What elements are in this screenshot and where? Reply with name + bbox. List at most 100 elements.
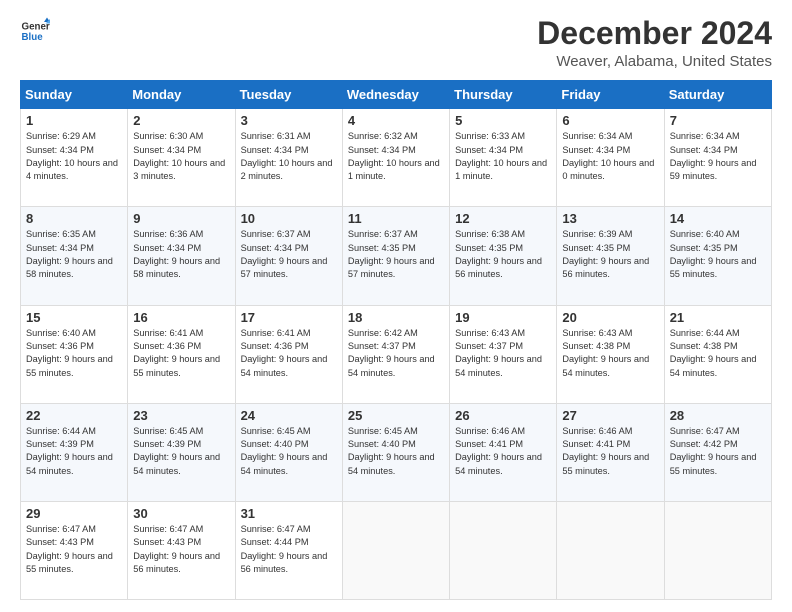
calendar-cell: 22 Sunrise: 6:44 AM Sunset: 4:39 PM Dayli… [21, 403, 128, 501]
day-number: 25 [348, 408, 445, 423]
calendar-cell: 1 Sunrise: 6:29 AM Sunset: 4:34 PM Daylig… [21, 109, 128, 207]
day-info: Sunrise: 6:32 AM Sunset: 4:34 PM Dayligh… [348, 130, 445, 183]
calendar-cell: 9Sunrise: 6:36 AM Sunset: 4:34 PM Daylig… [128, 207, 235, 305]
calendar-table: Sunday Monday Tuesday Wednesday Thursday… [20, 80, 772, 600]
calendar-cell: 27 Sunrise: 6:46 AM Sunset: 4:41 PM Dayli… [557, 403, 664, 501]
calendar-cell [342, 501, 449, 599]
day-info: Sunrise: 6:29 AM Sunset: 4:34 PM Dayligh… [26, 130, 123, 183]
calendar-cell: 24 Sunrise: 6:45 AM Sunset: 4:40 PM Dayli… [235, 403, 342, 501]
logo: General Blue [20, 16, 50, 46]
calendar-cell: 3 Sunrise: 6:31 AM Sunset: 4:34 PM Daylig… [235, 109, 342, 207]
calendar-cell: 25 Sunrise: 6:45 AM Sunset: 4:40 PM Dayli… [342, 403, 449, 501]
col-saturday: Saturday [664, 81, 771, 109]
calendar-cell: 5 Sunrise: 6:33 AM Sunset: 4:34 PM Daylig… [450, 109, 557, 207]
calendar-cell: 13Sunrise: 6:39 AM Sunset: 4:35 PM Dayli… [557, 207, 664, 305]
day-info: Sunrise: 6:44 AM Sunset: 4:38 PM Dayligh… [670, 327, 767, 380]
logo-icon: General Blue [20, 16, 50, 46]
calendar-cell: 11 Sunrise: 6:37 AM Sunset: 4:35 PM Dayli… [342, 207, 449, 305]
calendar-cell: 26 Sunrise: 6:46 AM Sunset: 4:41 PM Dayli… [450, 403, 557, 501]
day-info: Sunrise: 6:33 AM Sunset: 4:34 PM Dayligh… [455, 130, 552, 183]
day-number: 2 [133, 113, 230, 128]
calendar-cell: 2 Sunrise: 6:30 AM Sunset: 4:34 PM Daylig… [128, 109, 235, 207]
day-info: Sunrise: 6:37 AM Sunset: 4:34 PM Dayligh… [241, 228, 338, 281]
day-info: Sunrise: 6:31 AM Sunset: 4:34 PM Dayligh… [241, 130, 338, 183]
day-info: Sunrise: 6:43 AM Sunset: 4:37 PM Dayligh… [455, 327, 552, 380]
day-info: Sunrise: 6:36 AM Sunset: 4:34 PM Dayligh… [133, 228, 230, 281]
day-info: Sunrise: 6:40 AM Sunset: 4:35 PM Dayligh… [670, 228, 767, 281]
day-number: 26 [455, 408, 552, 423]
day-number: 1 [26, 113, 123, 128]
calendar-cell: 30 Sunrise: 6:47 AM Sunset: 4:43 PM Dayli… [128, 501, 235, 599]
day-number: 7 [670, 113, 767, 128]
calendar-cell: 17Sunrise: 6:41 AM Sunset: 4:36 PM Dayli… [235, 305, 342, 403]
day-info: Sunrise: 6:34 AM Sunset: 4:34 PM Dayligh… [670, 130, 767, 183]
col-wednesday: Wednesday [342, 81, 449, 109]
calendar-cell: 21 Sunrise: 6:44 AM Sunset: 4:38 PM Dayli… [664, 305, 771, 403]
day-info: Sunrise: 6:45 AM Sunset: 4:40 PM Dayligh… [241, 425, 338, 478]
day-info: Sunrise: 6:47 AM Sunset: 4:43 PM Dayligh… [133, 523, 230, 576]
day-number: 29 [26, 506, 123, 521]
day-info: Sunrise: 6:39 AM Sunset: 4:35 PM Dayligh… [562, 228, 659, 281]
day-info: Sunrise: 6:46 AM Sunset: 4:41 PM Dayligh… [455, 425, 552, 478]
day-info: Sunrise: 6:45 AM Sunset: 4:40 PM Dayligh… [348, 425, 445, 478]
day-number: 28 [670, 408, 767, 423]
day-number: 6 [562, 113, 659, 128]
day-number: 5 [455, 113, 552, 128]
calendar-cell: 6 Sunrise: 6:34 AM Sunset: 4:34 PM Daylig… [557, 109, 664, 207]
day-info: Sunrise: 6:47 AM Sunset: 4:44 PM Dayligh… [241, 523, 338, 576]
day-info: Sunrise: 6:41 AM Sunset: 4:36 PM Dayligh… [241, 327, 338, 380]
day-number: 8 [26, 211, 123, 226]
day-number: 18 [348, 310, 445, 325]
day-info: Sunrise: 6:44 AM Sunset: 4:39 PM Dayligh… [26, 425, 123, 478]
calendar-cell: 19Sunrise: 6:43 AM Sunset: 4:37 PM Dayli… [450, 305, 557, 403]
day-info: Sunrise: 6:43 AM Sunset: 4:38 PM Dayligh… [562, 327, 659, 380]
calendar-row-2: 8 Sunrise: 6:35 AM Sunset: 4:34 PM Daylig… [21, 207, 772, 305]
calendar-cell: 14Sunrise: 6:40 AM Sunset: 4:35 PM Dayli… [664, 207, 771, 305]
calendar-row-1: 1 Sunrise: 6:29 AM Sunset: 4:34 PM Daylig… [21, 109, 772, 207]
day-number: 24 [241, 408, 338, 423]
calendar-cell: 18 Sunrise: 6:42 AM Sunset: 4:37 PM Dayli… [342, 305, 449, 403]
calendar-cell [557, 501, 664, 599]
day-number: 20 [562, 310, 659, 325]
day-info: Sunrise: 6:47 AM Sunset: 4:42 PM Dayligh… [670, 425, 767, 478]
day-number: 22 [26, 408, 123, 423]
day-info: Sunrise: 6:34 AM Sunset: 4:34 PM Dayligh… [562, 130, 659, 183]
day-number: 30 [133, 506, 230, 521]
calendar-cell: 31 Sunrise: 6:47 AM Sunset: 4:44 PM Dayli… [235, 501, 342, 599]
day-number: 16 [133, 310, 230, 325]
day-number: 12 [455, 211, 552, 226]
day-info: Sunrise: 6:37 AM Sunset: 4:35 PM Dayligh… [348, 228, 445, 281]
day-info: Sunrise: 6:45 AM Sunset: 4:39 PM Dayligh… [133, 425, 230, 478]
subtitle: Weaver, Alabama, United States [537, 53, 772, 70]
day-info: Sunrise: 6:46 AM Sunset: 4:41 PM Dayligh… [562, 425, 659, 478]
day-number: 23 [133, 408, 230, 423]
svg-text:General: General [22, 22, 51, 33]
day-info: Sunrise: 6:41 AM Sunset: 4:36 PM Dayligh… [133, 327, 230, 380]
day-info: Sunrise: 6:42 AM Sunset: 4:37 PM Dayligh… [348, 327, 445, 380]
calendar-cell: 28 Sunrise: 6:47 AM Sunset: 4:42 PM Dayli… [664, 403, 771, 501]
calendar-cell: 16 Sunrise: 6:41 AM Sunset: 4:36 PM Dayli… [128, 305, 235, 403]
calendar-cell [450, 501, 557, 599]
calendar-cell: 7 Sunrise: 6:34 AM Sunset: 4:34 PM Daylig… [664, 109, 771, 207]
day-number: 11 [348, 211, 445, 226]
main-title: December 2024 [537, 16, 772, 51]
col-friday: Friday [557, 81, 664, 109]
day-number: 27 [562, 408, 659, 423]
day-number: 3 [241, 113, 338, 128]
day-info: Sunrise: 6:38 AM Sunset: 4:35 PM Dayligh… [455, 228, 552, 281]
calendar-row-3: 15Sunrise: 6:40 AM Sunset: 4:36 PM Dayli… [21, 305, 772, 403]
day-info: Sunrise: 6:40 AM Sunset: 4:36 PM Dayligh… [26, 327, 123, 380]
col-tuesday: Tuesday [235, 81, 342, 109]
col-sunday: Sunday [21, 81, 128, 109]
day-number: 31 [241, 506, 338, 521]
calendar-cell [664, 501, 771, 599]
day-number: 4 [348, 113, 445, 128]
header: General Blue December 2024 Weaver, Alaba… [20, 16, 772, 70]
day-info: Sunrise: 6:30 AM Sunset: 4:34 PM Dayligh… [133, 130, 230, 183]
day-info: Sunrise: 6:35 AM Sunset: 4:34 PM Dayligh… [26, 228, 123, 281]
day-number: 10 [241, 211, 338, 226]
calendar-header-row: Sunday Monday Tuesday Wednesday Thursday… [21, 81, 772, 109]
day-info: Sunrise: 6:47 AM Sunset: 4:43 PM Dayligh… [26, 523, 123, 576]
day-number: 21 [670, 310, 767, 325]
title-block: December 2024 Weaver, Alabama, United St… [537, 16, 772, 70]
